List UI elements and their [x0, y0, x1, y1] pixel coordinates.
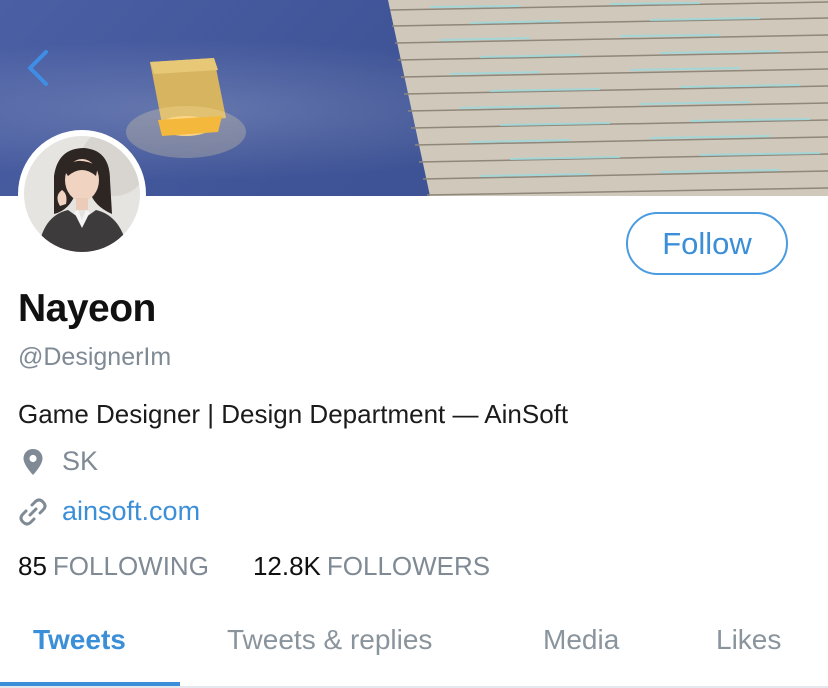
tab-tweets-replies[interactable]: Tweets & replies: [227, 624, 432, 656]
tab-tweets[interactable]: Tweets: [33, 624, 126, 656]
location-pin-icon: [18, 447, 48, 477]
tab-likes[interactable]: Likes: [716, 624, 781, 656]
tab-media[interactable]: Media: [543, 624, 619, 656]
avatar-photo: [24, 136, 140, 252]
following-label: FOLLOWING: [52, 551, 209, 581]
profile-bio: Game Designer | Design Department — AinS…: [18, 399, 569, 429]
avatar[interactable]: [18, 130, 146, 258]
profile-tabs: Tweets Tweets & replies Media Likes: [0, 600, 828, 688]
followers-label: FOLLOWERS: [326, 551, 491, 581]
back-button[interactable]: [22, 46, 56, 90]
profile-location: SK: [18, 446, 98, 477]
follow-button[interactable]: Follow: [626, 212, 788, 275]
chevron-left-icon: [28, 50, 48, 86]
user-handle: @DesignerIm: [18, 343, 172, 371]
display-name: Nayeon: [18, 287, 156, 330]
followers-number: 12.8K: [252, 551, 321, 581]
following-number: 85: [18, 551, 47, 581]
followers-count[interactable]: 12.8K FOLLOWERS: [253, 551, 490, 582]
link-icon: [18, 497, 48, 527]
website-link[interactable]: ainsoft.com: [62, 496, 200, 527]
location-text: SK: [62, 446, 99, 476]
profile-website[interactable]: ainsoft.com: [18, 496, 200, 527]
profile-stats: 85 FOLLOWING 12.8K FOLLOWERS: [18, 551, 490, 582]
following-count[interactable]: 85 FOLLOWING: [18, 551, 209, 582]
